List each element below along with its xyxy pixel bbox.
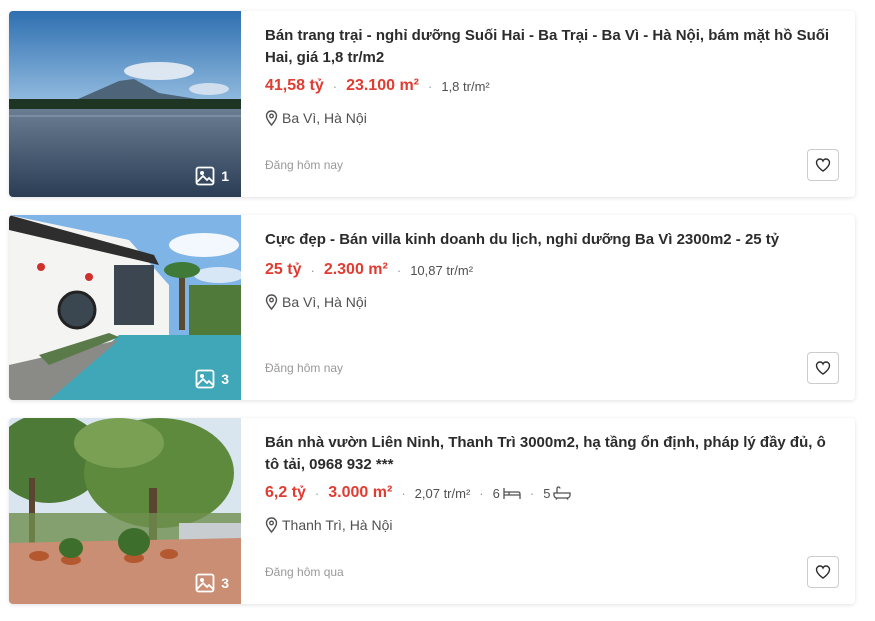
listing-area: 23.100 m² xyxy=(346,77,419,94)
listing-location: Thanh Trì, Hà Nội xyxy=(265,517,393,533)
listing-photo[interactable]: 3 xyxy=(9,418,241,604)
photo-count-value: 1 xyxy=(221,168,229,184)
favorite-button[interactable] xyxy=(807,149,839,181)
map-pin-icon xyxy=(265,294,278,310)
heart-icon xyxy=(815,158,831,172)
listing-price: 41,58 tỷ xyxy=(265,77,324,94)
bed-icon xyxy=(503,488,521,499)
photo-count: 3 xyxy=(195,369,229,389)
listing-title[interactable]: Bán nhà vườn Liên Ninh, Thanh Trì 3000m2… xyxy=(265,432,839,476)
map-pin-icon xyxy=(265,517,278,533)
location-text: Ba Vì, Hà Nội xyxy=(282,110,367,126)
listing-photo[interactable]: 3 xyxy=(9,215,241,400)
listing-area: 2.300 m² xyxy=(323,261,388,278)
listing-card[interactable]: 1 Bán trang trại - nghỉ dưỡng Suối Hai -… xyxy=(9,11,855,197)
listing-price-per-m2: 10,87 tr/m² xyxy=(410,262,474,278)
listing-area: 3.000 m² xyxy=(328,484,393,501)
map-pin-icon xyxy=(265,110,278,126)
listing-price-per-m2: 1,8 tr/m² xyxy=(441,78,490,94)
image-icon xyxy=(195,573,215,593)
listing-price-per-m2: 2,07 tr/m² xyxy=(414,485,471,501)
bathtub-icon xyxy=(553,486,572,500)
listing-card[interactable]: 3 Bán nhà vườn Liên Ninh, Thanh Trì 3000… xyxy=(9,418,855,604)
photo-count-value: 3 xyxy=(221,371,229,387)
listing-title[interactable]: Cực đẹp - Bán villa kinh doanh du lịch, … xyxy=(265,229,839,251)
photo-count-value: 3 xyxy=(221,575,229,591)
bedroom-count: 6 xyxy=(493,486,521,501)
favorite-button[interactable] xyxy=(807,556,839,588)
listing-location: Ba Vì, Hà Nội xyxy=(265,294,367,310)
posted-date: Đăng hôm nay xyxy=(265,361,344,375)
bathroom-count: 5 xyxy=(543,486,572,501)
posted-date: Đăng hôm nay xyxy=(265,158,344,172)
listing-price: 25 tỷ xyxy=(265,261,302,278)
photo-count: 3 xyxy=(195,573,229,593)
posted-date: Đăng hôm qua xyxy=(265,565,344,579)
favorite-button[interactable] xyxy=(807,352,839,384)
photo-count: 1 xyxy=(195,166,229,186)
location-text: Thanh Trì, Hà Nội xyxy=(282,517,393,533)
heart-icon xyxy=(815,565,831,579)
listing-price: 6,2 tỷ xyxy=(265,484,306,501)
listing-title[interactable]: Bán trang trại - nghỉ dưỡng Suối Hai - B… xyxy=(265,25,839,69)
listing-photo[interactable]: 1 xyxy=(9,11,241,197)
location-text: Ba Vì, Hà Nội xyxy=(282,294,367,310)
listing-card[interactable]: 3 Cực đẹp - Bán villa kinh doanh du lịch… xyxy=(9,215,855,400)
image-icon xyxy=(195,369,215,389)
image-icon xyxy=(195,166,215,186)
listing-location: Ba Vì, Hà Nội xyxy=(265,110,367,126)
heart-icon xyxy=(815,361,831,375)
